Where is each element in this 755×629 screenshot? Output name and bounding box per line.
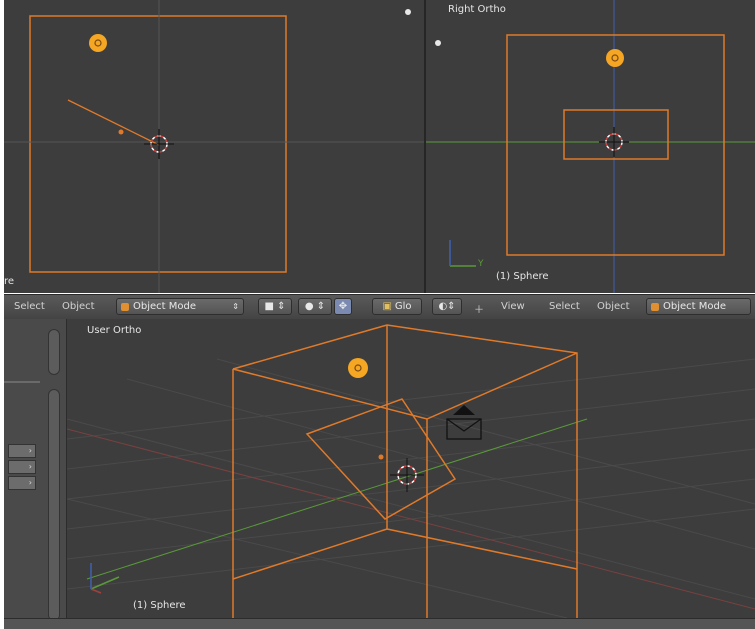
menu-select-right[interactable]: Select: [549, 301, 580, 312]
shading-dropdown[interactable]: ■ ⇕: [258, 298, 292, 315]
viewport-title: Right Ortho: [448, 4, 506, 15]
chevron-updown-icon: ⇕: [232, 302, 239, 311]
tool-shelf: › › ›: [4, 319, 67, 628]
object-mode-icon: [121, 302, 129, 311]
viewport-top-left[interactable]: re: [4, 0, 424, 293]
lamp-direction-line: [67, 99, 160, 146]
cursor-3d-icon: [144, 129, 174, 159]
object-mode-dropdown-right[interactable]: Object Mode: [646, 298, 751, 315]
transform-orientation-dropdown[interactable]: ▣ Glo: [372, 298, 422, 315]
object-mode-dropdown[interactable]: Object Mode ⇕: [116, 298, 244, 315]
axis-y-label: Y: [477, 259, 484, 269]
shelf-tab[interactable]: ›: [8, 444, 36, 458]
viewport-object-label: (1) Sphere: [133, 600, 186, 611]
object-origin: [118, 129, 124, 135]
selected-camera-box: [232, 324, 578, 618]
shelf-divider: [4, 381, 40, 383]
lamp-icon: [606, 49, 624, 67]
menu-object-right[interactable]: Object: [597, 301, 630, 312]
viewport-object-label: (1) Sphere: [496, 271, 549, 282]
object-origin: [378, 454, 384, 460]
cursor-3d-icon: [599, 127, 629, 157]
object-mode-label: Object Mode: [133, 301, 196, 312]
menu-toggle-icon[interactable]: ＋: [474, 301, 484, 316]
menu-object[interactable]: Object: [62, 301, 95, 312]
pivot-icon: ● ⇕: [304, 301, 326, 312]
viewport-top-right-canvas: Y: [426, 0, 755, 293]
pivot-dropdown[interactable]: ● ⇕: [298, 298, 332, 315]
grid-floor: [67, 358, 755, 618]
camera-icon: [446, 405, 482, 440]
viewport-top-right[interactable]: Y Right Ortho (1) Sphere: [426, 0, 755, 293]
axis-gizmo-icon: [90, 563, 120, 594]
manipulator-toggle[interactable]: ✥: [334, 298, 352, 315]
object-mode-icon: [651, 302, 659, 311]
timeline-strip[interactable]: [4, 618, 755, 629]
menu-select[interactable]: Select: [14, 301, 45, 312]
viewport-header-bar: Select Object Object Mode ⇕ ■ ⇕ ● ⇕ ✥ ▣ …: [4, 294, 755, 320]
camera-frame: [506, 34, 725, 256]
shelf-tab[interactable]: ›: [8, 476, 36, 490]
editor-type-icon: ◐⇕: [438, 301, 456, 312]
object-origin-dot: [435, 40, 441, 46]
lamp-icon: [89, 34, 107, 52]
viewport-title: User Ortho: [87, 325, 142, 336]
viewport-bottom-canvas: [67, 324, 755, 618]
object-mode-label-right: Object Mode: [663, 301, 726, 312]
manipulator-icon: ✥: [338, 301, 348, 312]
orientation-icon: ▣: [382, 301, 392, 312]
menu-view[interactable]: View: [501, 301, 525, 312]
axis-gizmo-icon: Y: [449, 240, 484, 269]
viewport-side-label: re: [4, 276, 15, 287]
shading-icon: ■ ⇕: [264, 301, 286, 312]
object-origin-dot: [405, 9, 411, 15]
lamp-icon: [348, 358, 368, 378]
viewport-bottom[interactable]: User Ortho (1) Sphere: [67, 319, 755, 618]
shelf-scrollbar-top[interactable]: [48, 329, 60, 375]
viewport-divider[interactable]: [424, 0, 426, 293]
cursor-3d-icon: [390, 458, 424, 492]
shelf-scrollbar[interactable]: [48, 389, 60, 621]
orientation-label: Glo: [394, 301, 412, 312]
viewport-top-left-canvas: [4, 0, 424, 293]
shelf-tab[interactable]: ›: [8, 460, 36, 474]
editor-type-dropdown[interactable]: ◐⇕: [432, 298, 462, 315]
